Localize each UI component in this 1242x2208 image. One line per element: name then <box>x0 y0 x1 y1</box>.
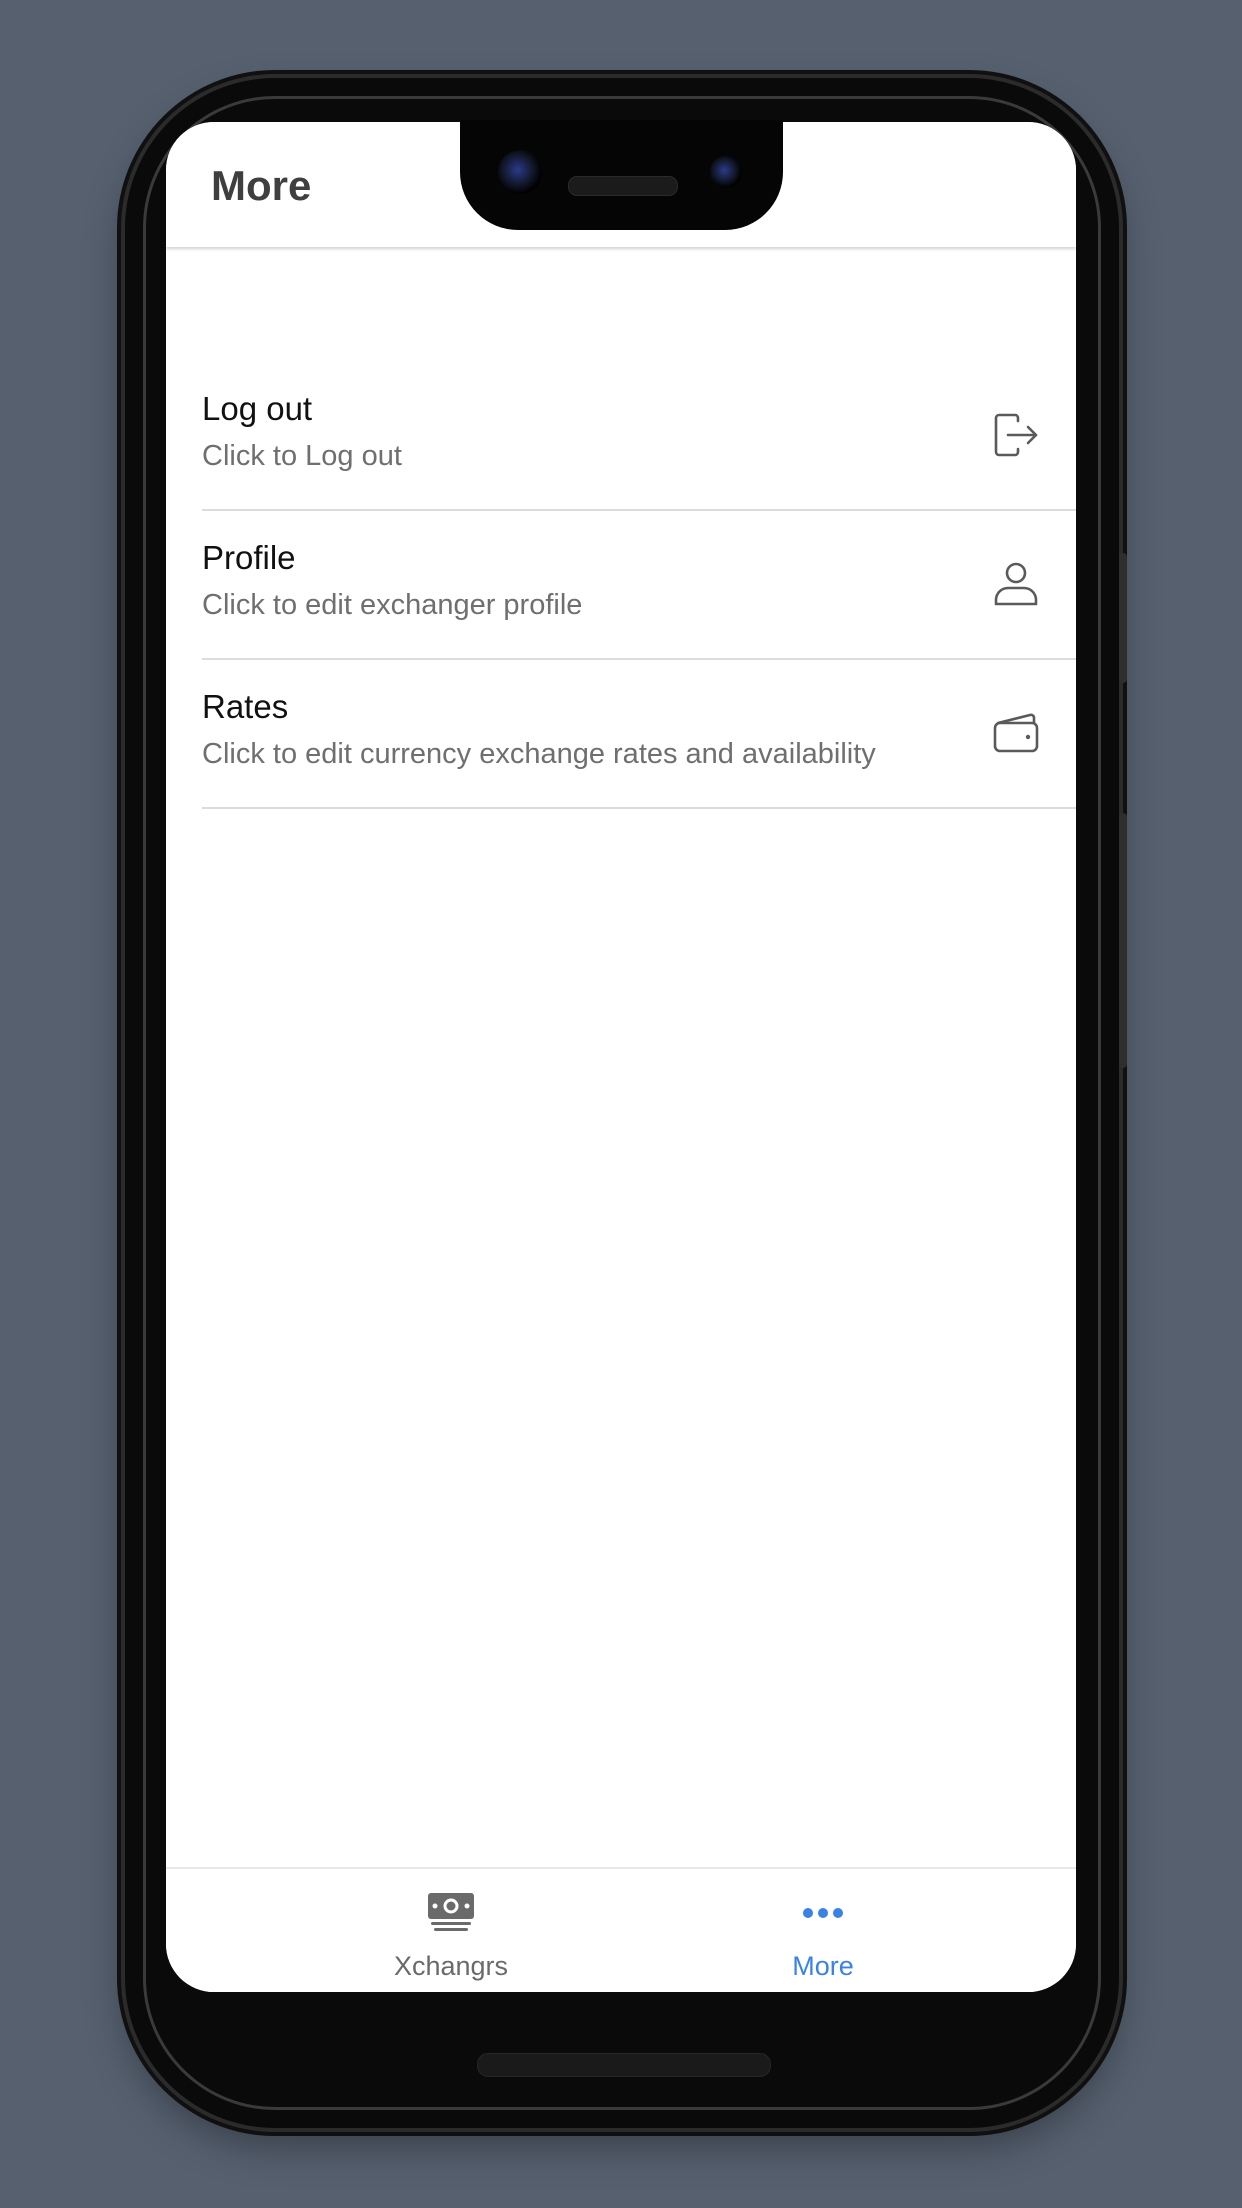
money-icon <box>427 1891 475 1933</box>
logout-icon <box>990 409 1042 461</box>
menu-item-subtitle: Click to edit currency exchange rates an… <box>202 738 876 770</box>
person-icon <box>990 558 1042 610</box>
sensor-icon <box>710 156 742 188</box>
tab-label: Xchangrs <box>393 1951 509 1981</box>
tab-label: More <box>792 1951 854 1981</box>
earpiece-speaker <box>568 176 678 196</box>
bottom-tab-bar: Xchangrs More <box>166 1867 1076 1992</box>
more-dots-icon <box>799 1891 847 1933</box>
menu-item-rates[interactable]: Rates Click to edit currency exchange ra… <box>202 660 1076 809</box>
app-screen: More Log out Click to Log out Profile Cl… <box>166 122 1076 1992</box>
menu-item-title: Log out <box>202 390 313 427</box>
bottom-speaker-grille <box>477 2053 771 2077</box>
power-button <box>1119 553 1127 683</box>
menu-item-title: Rates <box>202 688 289 725</box>
menu-item-title: Profile <box>202 539 296 576</box>
wallet-icon <box>990 707 1042 759</box>
page-title: More <box>211 162 312 209</box>
menu-item-profile[interactable]: Profile Click to edit exchanger profile <box>202 511 1076 660</box>
tab-xchangrs[interactable]: Xchangrs <box>301 1869 601 1992</box>
menu-list: Log out Click to Log out Profile Click t… <box>202 362 1076 809</box>
menu-item-logout[interactable]: Log out Click to Log out <box>202 362 1076 511</box>
menu-item-subtitle: Click to Log out <box>202 440 402 472</box>
camera-notch <box>460 120 783 230</box>
front-camera-icon <box>498 150 542 194</box>
tab-more[interactable]: More <box>673 1869 973 1992</box>
volume-button <box>1119 813 1127 1068</box>
menu-item-subtitle: Click to edit exchanger profile <box>202 589 583 621</box>
